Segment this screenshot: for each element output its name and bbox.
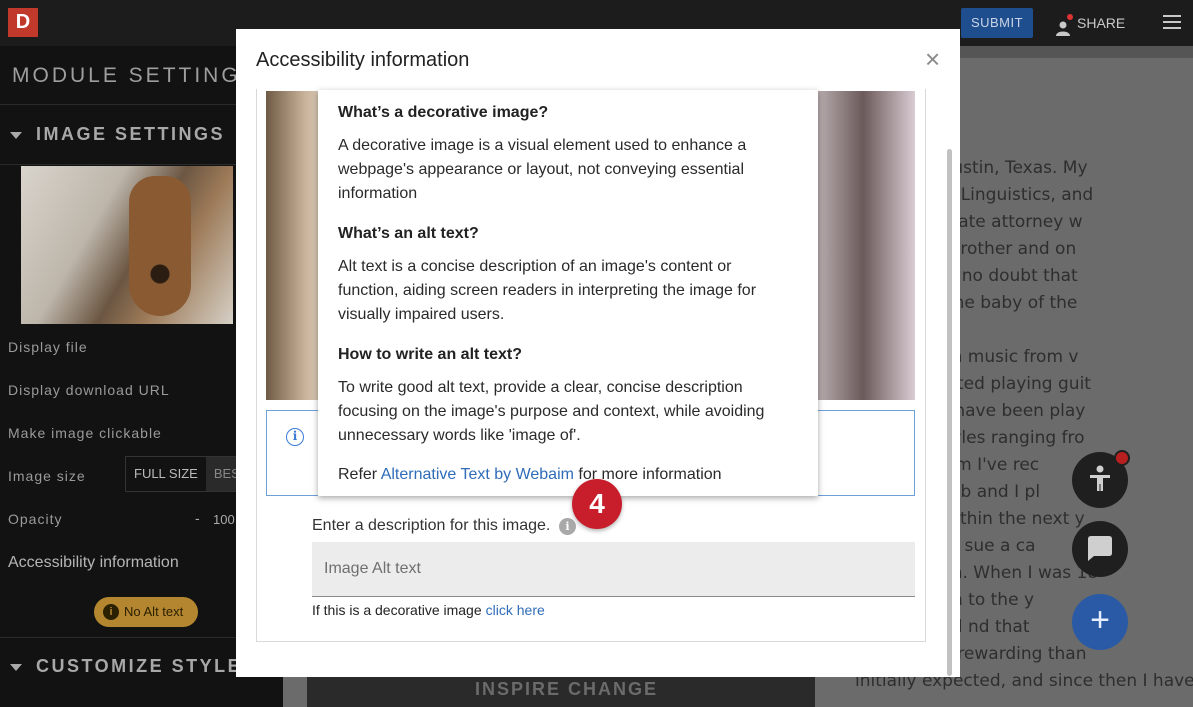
chevron-down-icon — [10, 131, 22, 139]
accessibility-information-label[interactable]: Accessibility information — [8, 554, 179, 572]
menu-icon[interactable] — [1163, 15, 1181, 29]
info-icon[interactable]: i — [286, 428, 304, 446]
chat-icon — [1088, 536, 1112, 561]
display-file-label: Display file — [8, 339, 88, 355]
alt-text-help-popover: What’s a decorative image? A decorative … — [318, 90, 818, 496]
popover-refer-line: Refer Alternative Text by Webaim for mor… — [338, 463, 788, 487]
alt-text-input[interactable] — [312, 542, 915, 597]
help-info-icon[interactable]: i — [559, 518, 576, 535]
description-label: Enter a description for this image. — [312, 517, 551, 534]
image-size-selector: FULL SIZE BES — [125, 456, 241, 492]
opacity-label: Opacity — [8, 511, 63, 527]
plus-icon: + — [1090, 601, 1110, 639]
app-logo[interactable]: D — [8, 8, 38, 37]
popover-answer-decorative: A decorative image is a visual element u… — [338, 137, 747, 202]
image-settings-label: IMAGE SETTINGS — [36, 124, 226, 144]
no-alt-text-label: No Alt text — [124, 604, 184, 619]
customize-style-header[interactable]: CUSTOMIZE STYLE — [10, 656, 242, 677]
popover-answer-alt-text: Alt text is a concise description of an … — [338, 258, 757, 323]
popover-answer-how-to: To write good alt text, provide a clear,… — [338, 379, 765, 444]
no-alt-text-badge[interactable]: i No Alt text — [94, 597, 198, 627]
step-number-badge: 4 — [572, 479, 622, 529]
decorative-click-here-link[interactable]: click here — [486, 602, 545, 618]
notification-dot — [1114, 450, 1130, 466]
opacity-decrease-button[interactable]: - — [195, 510, 200, 526]
decorative-image-row: If this is a decorative image click here — [312, 602, 545, 618]
popover-question-alt-text: What’s an alt text? — [338, 225, 479, 242]
best-fit-option[interactable]: BES — [205, 457, 240, 491]
image-settings-header[interactable]: IMAGE SETTINGS — [10, 124, 225, 145]
background-banner-image: INSPIRE CHANGE — [307, 677, 815, 707]
share-label: SHARE — [1077, 15, 1126, 31]
chat-fab[interactable] — [1072, 521, 1128, 577]
close-icon[interactable]: × — [925, 46, 940, 72]
chevron-down-icon — [10, 663, 22, 671]
webaim-link[interactable]: Alternative Text by Webaim — [381, 466, 574, 483]
banner-text: INSPIRE CHANGE — [475, 679, 659, 699]
image-thumbnail[interactable] — [21, 166, 233, 324]
popover-question-how-to: How to write an alt text? — [338, 346, 523, 363]
accessibility-modal: Accessibility information × i Enter a de… — [236, 29, 960, 677]
modal-scrollbar[interactable] — [947, 149, 952, 676]
customize-style-label: CUSTOMIZE STYLE — [36, 656, 243, 676]
make-image-clickable-label: Make image clickable — [8, 425, 162, 441]
image-size-label: Image size — [8, 468, 86, 484]
accessibility-fab[interactable] — [1072, 450, 1130, 508]
notification-dot — [1067, 14, 1073, 21]
refer-prefix: Refer — [338, 466, 381, 483]
submit-button[interactable]: SUBMIT — [961, 8, 1033, 38]
info-icon: i — [103, 604, 119, 620]
article-header-strip — [960, 46, 1193, 58]
user-icon — [1055, 14, 1073, 37]
opacity-value[interactable]: 100 — [213, 512, 235, 527]
display-download-url-label: Display download URL — [8, 382, 170, 398]
share-button[interactable]: SHARE — [1055, 8, 1125, 38]
add-fab[interactable]: + — [1072, 594, 1128, 650]
full-size-option[interactable]: FULL SIZE — [126, 457, 206, 491]
decorative-image-text: If this is a decorative image — [312, 602, 482, 618]
guitar-image — [129, 176, 191, 316]
popover-question-decorative: What’s a decorative image? — [338, 104, 549, 121]
modal-title: Accessibility information — [256, 49, 470, 71]
module-settings-title: MODULE SETTINGS — [12, 64, 258, 87]
